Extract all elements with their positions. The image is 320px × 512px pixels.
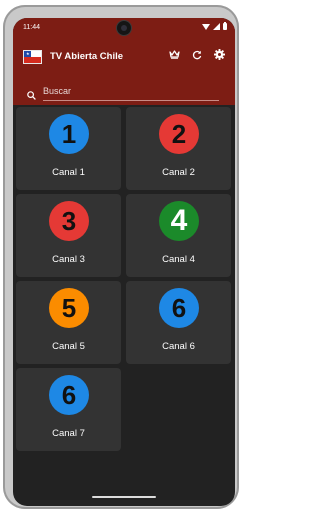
chile-flag-icon: ★ <box>23 50 42 64</box>
channel-label: Canal 2 <box>162 167 195 178</box>
channel-label: Canal 3 <box>52 254 85 265</box>
screen: 11:44 ★ TV Abierta Chile Buscar 1 Canal … <box>13 18 235 506</box>
channel-label: Canal 4 <box>162 254 195 265</box>
battery-icon <box>223 22 227 30</box>
wifi-icon <box>202 23 210 30</box>
camera-cutout-icon <box>117 21 131 35</box>
channel-card[interactable]: 4 Canal 4 <box>126 194 231 277</box>
refresh-icon[interactable] <box>192 50 202 60</box>
signal-icon <box>213 23 220 30</box>
channel-label: Canal 1 <box>52 167 85 178</box>
home-indicator[interactable] <box>92 496 156 498</box>
channel-number-badge: 1 <box>49 114 89 154</box>
channel-number-badge: 6 <box>159 288 199 328</box>
channel-number-badge: 6 <box>49 375 89 415</box>
status-bar: 11:44 <box>13 18 235 40</box>
channel-card[interactable]: 6 Canal 7 <box>16 368 121 451</box>
phone-frame: 11:44 ★ TV Abierta Chile Buscar 1 Canal … <box>3 5 239 509</box>
channel-number-badge: 5 <box>49 288 89 328</box>
app-title: TV Abierta Chile <box>50 51 124 62</box>
channel-number-badge: 4 <box>159 201 199 241</box>
status-icons <box>202 22 227 30</box>
settings-icon[interactable] <box>214 49 225 60</box>
channel-card[interactable]: 2 Canal 2 <box>126 107 231 190</box>
channel-card[interactable]: 3 Canal 3 <box>16 194 121 277</box>
search-icon <box>27 87 36 105</box>
channel-grid: 1 Canal 1 2 Canal 2 3 Canal 3 4 Canal 4 … <box>16 107 232 451</box>
channel-label: Canal 5 <box>52 341 85 352</box>
channel-card[interactable]: 1 Canal 1 <box>16 107 121 190</box>
app-bar: ★ TV Abierta Chile <box>13 40 235 80</box>
search-input[interactable] <box>43 84 219 101</box>
channel-card[interactable]: 6 Canal 6 <box>126 281 231 364</box>
channel-label: Canal 6 <box>162 341 195 352</box>
channel-label: Canal 7 <box>52 428 85 439</box>
channel-card[interactable]: 5 Canal 5 <box>16 281 121 364</box>
channel-number-badge: 2 <box>159 114 199 154</box>
channel-number-badge: 3 <box>49 201 89 241</box>
search-bar <box>13 80 235 105</box>
status-time: 11:44 <box>23 24 40 31</box>
crown-icon[interactable] <box>169 50 180 59</box>
